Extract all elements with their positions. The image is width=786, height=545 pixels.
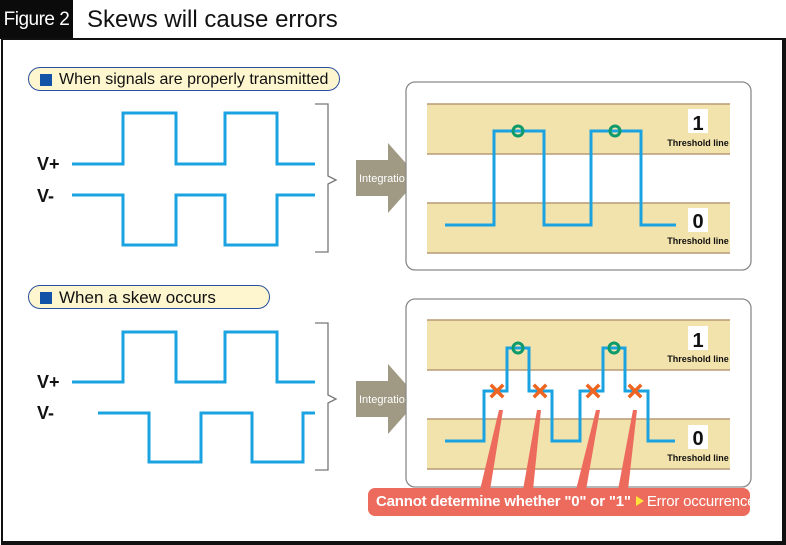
- v-plus-label-skew: V+: [37, 372, 60, 392]
- v-minus-label-top: V-: [37, 186, 54, 206]
- error-banner-text: Cannot determine whether "0" or "1": [376, 493, 631, 510]
- v-minus-wave-skew: [98, 411, 315, 464]
- integration-arrow-label: Integration: [359, 394, 411, 406]
- threshold-caption-0-skew: Threshold line: [667, 453, 729, 463]
- error-banner-result: Error occurrence: [646, 493, 756, 510]
- brace-top: [315, 103, 338, 253]
- threshold-caption-0-top: Threshold line: [667, 236, 729, 246]
- threshold-caption-1-top: Threshold line: [667, 138, 729, 148]
- v-plus-wave-skew: [72, 330, 315, 384]
- threshold-level-1-top: 1: [692, 113, 703, 135]
- threshold-level-0-skew: 0: [692, 428, 703, 450]
- v-plus-wave-top: [72, 111, 315, 166]
- v-minus-wave-top: [72, 193, 315, 247]
- brace-skew: [315, 322, 338, 471]
- v-minus-label-skew: V-: [37, 403, 54, 423]
- error-banner: Cannot determine whether "0" or "1" Error…: [368, 488, 756, 516]
- play-triangle-icon: [635, 496, 644, 506]
- threshold-level-1-skew: 1: [692, 330, 703, 352]
- threshold-level-0-top: 0: [692, 211, 703, 233]
- signal-diagram: V+ V- Integration 1 Threshold line 0 Thr…: [37, 81, 752, 490]
- v-plus-label-top: V+: [37, 154, 60, 174]
- integration-arrow-label: Integration: [359, 173, 411, 185]
- threshold-caption-1-skew: Threshold line: [667, 354, 729, 364]
